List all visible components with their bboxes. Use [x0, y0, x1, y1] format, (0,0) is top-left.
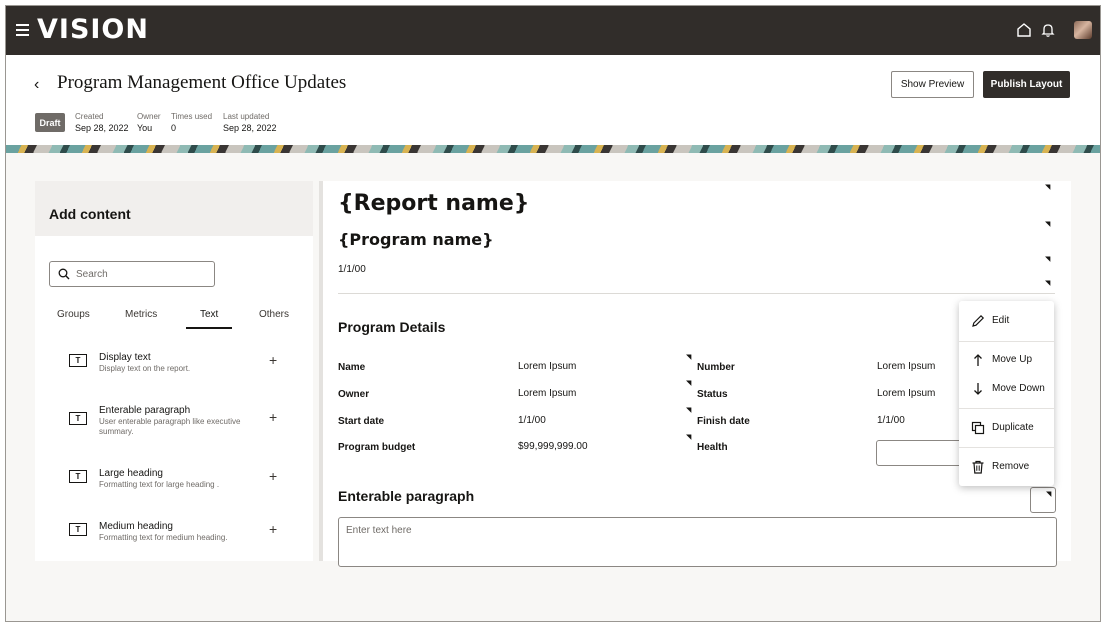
- tab-groups[interactable]: Groups: [57, 309, 90, 320]
- field-label-start-date: Start date: [338, 416, 385, 427]
- field-label-owner: Owner: [338, 389, 370, 400]
- paragraph-textarea[interactable]: [338, 517, 1057, 567]
- list-item-large-heading[interactable]: T Large heading Formatting text for larg…: [69, 468, 289, 508]
- field-value-name: Lorem Ipsum: [518, 361, 577, 372]
- text-icon: T: [69, 354, 87, 367]
- menu-separator: [959, 341, 1054, 342]
- app-frame: VISION ‹ Program Management Office Updat…: [5, 5, 1101, 622]
- plus-icon[interactable]: +: [269, 409, 277, 425]
- resize-handle[interactable]: ◥: [686, 406, 691, 414]
- menu-item-move-up[interactable]: Move Up: [959, 346, 1054, 374]
- search-icon: [58, 268, 70, 280]
- field-label-health: Health: [697, 442, 728, 453]
- field-value-finish-date: 1/1/00: [877, 415, 905, 426]
- field-value-status: Lorem Ipsum: [877, 388, 936, 399]
- tab-text[interactable]: Text: [200, 309, 218, 320]
- menu-item-move-down[interactable]: Move Down: [959, 375, 1054, 403]
- resize-handle[interactable]: ◥: [686, 433, 691, 441]
- menu-item-edit[interactable]: Edit: [959, 307, 1054, 335]
- hamburger-icon[interactable]: [16, 24, 29, 36]
- resize-handle: ◥: [1046, 491, 1052, 498]
- text-icon: T: [69, 412, 87, 425]
- resize-handle[interactable]: ◥: [686, 379, 691, 387]
- resize-handle[interactable]: ◥: [1045, 255, 1050, 263]
- publish-layout-button[interactable]: Publish Layout: [983, 71, 1070, 98]
- meta-owner: Owner You: [137, 112, 161, 133]
- list-item-display-text[interactable]: T Display text Display text on the repor…: [69, 352, 289, 392]
- menu-separator: [959, 408, 1054, 409]
- bell-icon[interactable]: [1040, 22, 1056, 38]
- field-label-program-budget: Program budget: [338, 442, 416, 453]
- report-name-heading[interactable]: {Report name}: [338, 191, 529, 216]
- field-value-program-budget: $99,999,999.00: [518, 441, 588, 452]
- menu-item-remove[interactable]: Remove: [959, 453, 1054, 481]
- resize-handle[interactable]: ◥: [1045, 183, 1050, 191]
- resize-handle[interactable]: ◥: [686, 353, 691, 361]
- back-icon[interactable]: ‹: [34, 76, 39, 94]
- arrow-up-icon: [974, 354, 982, 366]
- duplicate-icon: [971, 421, 985, 435]
- context-menu: Edit Move Up Move Down Duplicate Remove: [959, 301, 1054, 486]
- program-details-title: Program Details: [338, 319, 446, 335]
- menu-item-duplicate[interactable]: Duplicate: [959, 414, 1054, 442]
- tab-metrics[interactable]: Metrics: [125, 309, 157, 320]
- meta-times-used: Times used 0: [171, 112, 213, 133]
- search-box[interactable]: [49, 261, 215, 287]
- active-tab-indicator: [186, 327, 232, 329]
- status-badge: Draft: [35, 113, 65, 132]
- decorative-band: [6, 145, 1100, 153]
- page-title: Program Management Office Updates: [57, 72, 347, 93]
- plus-icon[interactable]: +: [269, 468, 277, 484]
- health-field[interactable]: [876, 440, 966, 466]
- field-label-finish-date: Finish date: [697, 416, 750, 427]
- list-item-medium-heading[interactable]: T Medium heading Formatting text for med…: [69, 521, 289, 561]
- top-bar: VISION: [6, 6, 1100, 55]
- plus-icon[interactable]: +: [269, 352, 277, 368]
- program-name-heading[interactable]: {Program name}: [338, 230, 493, 249]
- list-item-enterable-paragraph[interactable]: T Enterable paragraph User enterable par…: [69, 405, 289, 445]
- field-value-owner: Lorem Ipsum: [518, 388, 577, 399]
- arrow-down-icon: [974, 383, 982, 395]
- meta-created: Created Sep 28, 2022: [75, 112, 129, 133]
- date-text[interactable]: 1/1/00: [338, 264, 366, 275]
- resize-handle[interactable]: ◥: [1045, 220, 1050, 228]
- app-logo: VISION: [37, 14, 149, 45]
- enterable-paragraph-title: Enterable paragraph: [338, 488, 475, 504]
- field-value-number: Lorem Ipsum: [877, 361, 936, 372]
- add-content-panel: Add content Groups Metrics Text Others T…: [35, 181, 313, 561]
- divider: [338, 293, 1055, 294]
- avatar[interactable]: [1074, 21, 1092, 39]
- search-input[interactable]: [76, 266, 208, 282]
- tab-others[interactable]: Others: [259, 309, 289, 320]
- pencil-icon: [972, 314, 985, 327]
- home-icon[interactable]: [1016, 22, 1032, 38]
- show-preview-button[interactable]: Show Preview: [891, 71, 974, 98]
- field-label-status: Status: [697, 389, 728, 400]
- meta-last-updated: Last updated Sep 28, 2022: [223, 112, 277, 133]
- plus-icon[interactable]: +: [269, 521, 277, 537]
- field-label-number: Number: [697, 362, 735, 373]
- add-content-title: Add content: [49, 206, 131, 222]
- options-button[interactable]: ◥: [1030, 487, 1056, 513]
- field-label-name: Name: [338, 362, 366, 373]
- resize-handle[interactable]: ◥: [1045, 279, 1050, 287]
- menu-separator: [959, 447, 1054, 448]
- trash-icon: [972, 460, 984, 474]
- text-icon: T: [69, 523, 87, 536]
- field-value-start-date: 1/1/00: [518, 415, 546, 426]
- add-content-header: Add content: [35, 181, 313, 236]
- text-icon: T: [69, 470, 87, 483]
- page-header: ‹ Program Management Office Updates Show…: [6, 55, 1100, 145]
